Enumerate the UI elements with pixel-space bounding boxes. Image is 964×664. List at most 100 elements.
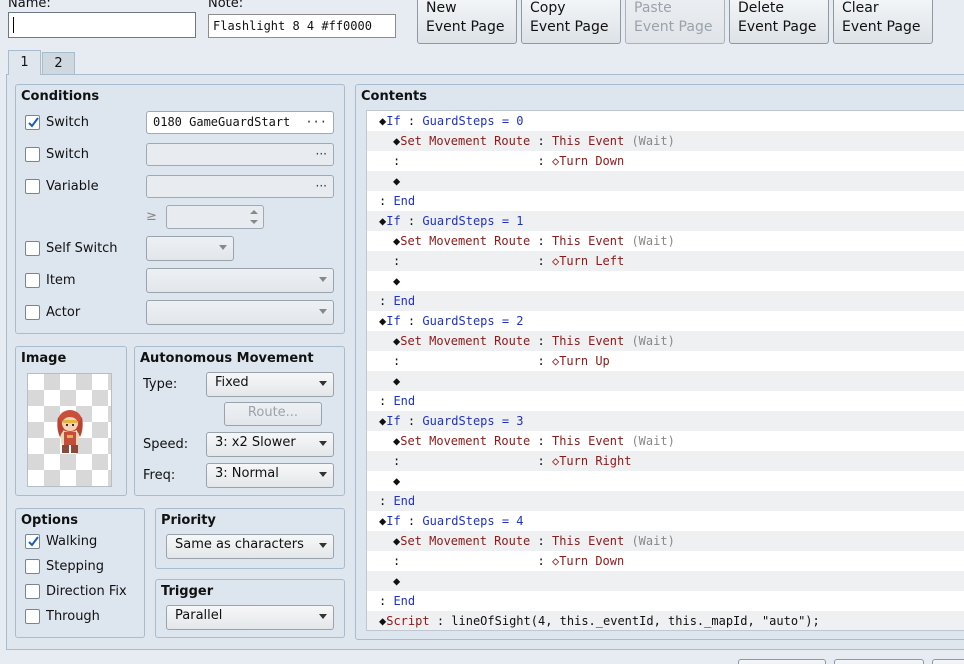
variable-number-spinner[interactable] bbox=[166, 205, 264, 229]
new-event-page-button[interactable]: New Event Page bbox=[417, 0, 517, 44]
switch1-value: 0180 GameGuardStart bbox=[153, 115, 291, 129]
command-text: If bbox=[386, 214, 401, 228]
command-text: Script bbox=[386, 614, 430, 628]
command-text: GuardSteps = 3 bbox=[422, 414, 524, 428]
command-text: : bbox=[379, 394, 394, 408]
stepping-checkbox[interactable] bbox=[25, 559, 40, 574]
switch2-ellipsis-icon[interactable]: ··· bbox=[316, 144, 327, 164]
name-input[interactable] bbox=[8, 12, 196, 38]
command-row[interactable]: ◆Set Movement Route : This Event (Wait) bbox=[367, 331, 964, 351]
apply-button[interactable] bbox=[932, 659, 964, 664]
command-row[interactable]: : End bbox=[367, 591, 964, 611]
switch1-label: Switch bbox=[46, 115, 89, 130]
command-text: If bbox=[386, 114, 401, 128]
priority-select[interactable]: Same as characters bbox=[166, 534, 334, 559]
command-text: GuardSteps = 2 bbox=[422, 314, 524, 328]
command-row[interactable]: : : ◇Turn Down bbox=[367, 551, 964, 571]
command-row[interactable]: ◆If : GuardSteps = 1 bbox=[367, 211, 964, 231]
item-label: Item bbox=[46, 273, 76, 288]
command-row[interactable]: ◆Script : lineOfSight(4, this._eventId, … bbox=[367, 611, 964, 630]
command-text: : bbox=[537, 154, 552, 168]
event-image-thumbnail[interactable] bbox=[27, 373, 112, 487]
command-text: (Wait) bbox=[631, 434, 675, 448]
command-row[interactable]: : : ◇Turn Down bbox=[367, 151, 964, 171]
through-checkbox[interactable] bbox=[25, 609, 40, 624]
command-row[interactable]: ◆If : GuardSteps = 2 bbox=[367, 311, 964, 331]
command-row[interactable]: ◆ bbox=[367, 171, 964, 191]
command-text: GuardSteps = 0 bbox=[422, 114, 524, 128]
route-button[interactable]: Route... bbox=[224, 402, 322, 426]
command-row[interactable]: ◆ bbox=[367, 371, 964, 391]
tab-page-2[interactable]: 2 bbox=[42, 52, 75, 74]
cancel-button[interactable] bbox=[834, 659, 924, 664]
spinner-down-icon[interactable] bbox=[250, 219, 258, 225]
new-button-line1: New bbox=[426, 0, 457, 16]
actor-select[interactable] bbox=[146, 300, 334, 325]
command-text: : bbox=[400, 214, 423, 228]
clear-event-page-button[interactable]: Clear Event Page bbox=[833, 0, 933, 44]
actor-label: Actor bbox=[46, 305, 81, 320]
actor-checkbox[interactable] bbox=[25, 305, 40, 320]
command-row[interactable]: : End bbox=[367, 391, 964, 411]
command-text: This Event bbox=[551, 434, 632, 448]
movement-type-select[interactable]: Fixed bbox=[206, 372, 334, 397]
command-row[interactable]: ◆If : GuardSteps = 0 bbox=[367, 111, 964, 131]
command-row[interactable]: : : ◇Turn Right bbox=[367, 451, 964, 471]
event-command-list[interactable]: ◆If : GuardSteps = 0 ◆Set Movement Route … bbox=[366, 110, 964, 631]
switch2-field[interactable]: ··· bbox=[146, 143, 334, 166]
command-row[interactable]: ◆ bbox=[367, 471, 964, 491]
command-row[interactable]: ◆ bbox=[367, 571, 964, 591]
switch2-label: Switch bbox=[46, 147, 89, 162]
item-checkbox[interactable] bbox=[25, 273, 40, 288]
command-text: End bbox=[393, 494, 416, 508]
walking-checkbox[interactable] bbox=[25, 534, 40, 549]
command-row[interactable]: ◆Set Movement Route : This Event (Wait) bbox=[367, 131, 964, 151]
trigger-value: Parallel bbox=[175, 608, 223, 623]
variable-ellipsis-icon[interactable]: ··· bbox=[316, 176, 327, 196]
movement-speed-select[interactable]: 3: x2 Slower bbox=[206, 432, 334, 457]
trigger-select[interactable]: Parallel bbox=[166, 605, 334, 630]
command-text: If bbox=[386, 414, 401, 428]
command-text: Set Movement Route bbox=[400, 234, 531, 248]
trigger-title: Trigger bbox=[161, 584, 214, 599]
command-text: : bbox=[400, 114, 423, 128]
movement-freq-select[interactable]: 3: Normal bbox=[206, 463, 334, 488]
command-row[interactable]: ◆ bbox=[367, 271, 964, 291]
spinner-up-icon[interactable] bbox=[250, 209, 258, 215]
ok-button[interactable] bbox=[738, 659, 826, 664]
switch1-ellipsis-icon[interactable]: ··· bbox=[305, 112, 327, 132]
command-text: Set Movement Route bbox=[400, 134, 531, 148]
paste-event-page-button[interactable]: Paste Event Page bbox=[625, 0, 725, 44]
command-row[interactable]: : : ◇Turn Up bbox=[367, 351, 964, 371]
command-text: ◇Turn Down bbox=[551, 154, 625, 168]
switch1-field[interactable]: 0180 GameGuardStart ··· bbox=[146, 111, 334, 134]
command-text bbox=[400, 454, 537, 468]
variable-checkbox[interactable] bbox=[25, 179, 40, 194]
command-row[interactable]: : : ◇Turn Left bbox=[367, 251, 964, 271]
copy-event-page-button[interactable]: Copy Event Page bbox=[521, 0, 621, 44]
command-row[interactable]: : End bbox=[367, 191, 964, 211]
command-row[interactable]: ◆Set Movement Route : This Event (Wait) bbox=[367, 231, 964, 251]
command-row[interactable]: : End bbox=[367, 491, 964, 511]
switch2-checkbox[interactable] bbox=[25, 147, 40, 162]
direction-fix-checkbox[interactable] bbox=[25, 584, 40, 599]
command-row[interactable]: ◆Set Movement Route : This Event (Wait) bbox=[367, 431, 964, 451]
command-row[interactable]: ◆Set Movement Route : This Event (Wait) bbox=[367, 531, 964, 551]
route-button-label: Route... bbox=[247, 405, 299, 420]
variable-label: Variable bbox=[46, 179, 99, 194]
command-text: ◇Turn Left bbox=[551, 254, 625, 268]
delete-event-page-button[interactable]: Delete Event Page bbox=[729, 0, 829, 44]
through-label: Through bbox=[46, 609, 100, 624]
variable-operator: ≥ bbox=[146, 209, 157, 224]
switch1-checkbox[interactable] bbox=[25, 115, 40, 130]
tab-page-1[interactable]: 1 bbox=[8, 50, 41, 75]
command-row[interactable]: ◆If : GuardSteps = 4 bbox=[367, 511, 964, 531]
self-switch-select[interactable] bbox=[146, 236, 234, 261]
command-row[interactable]: : End bbox=[367, 291, 964, 311]
self-switch-checkbox[interactable] bbox=[25, 241, 40, 256]
variable-field[interactable]: ··· bbox=[146, 175, 334, 198]
note-input[interactable]: Flashlight 8 4 #ff0000 bbox=[208, 14, 396, 38]
command-text bbox=[400, 554, 537, 568]
command-row[interactable]: ◆If : GuardSteps = 3 bbox=[367, 411, 964, 431]
item-select[interactable] bbox=[146, 268, 334, 293]
